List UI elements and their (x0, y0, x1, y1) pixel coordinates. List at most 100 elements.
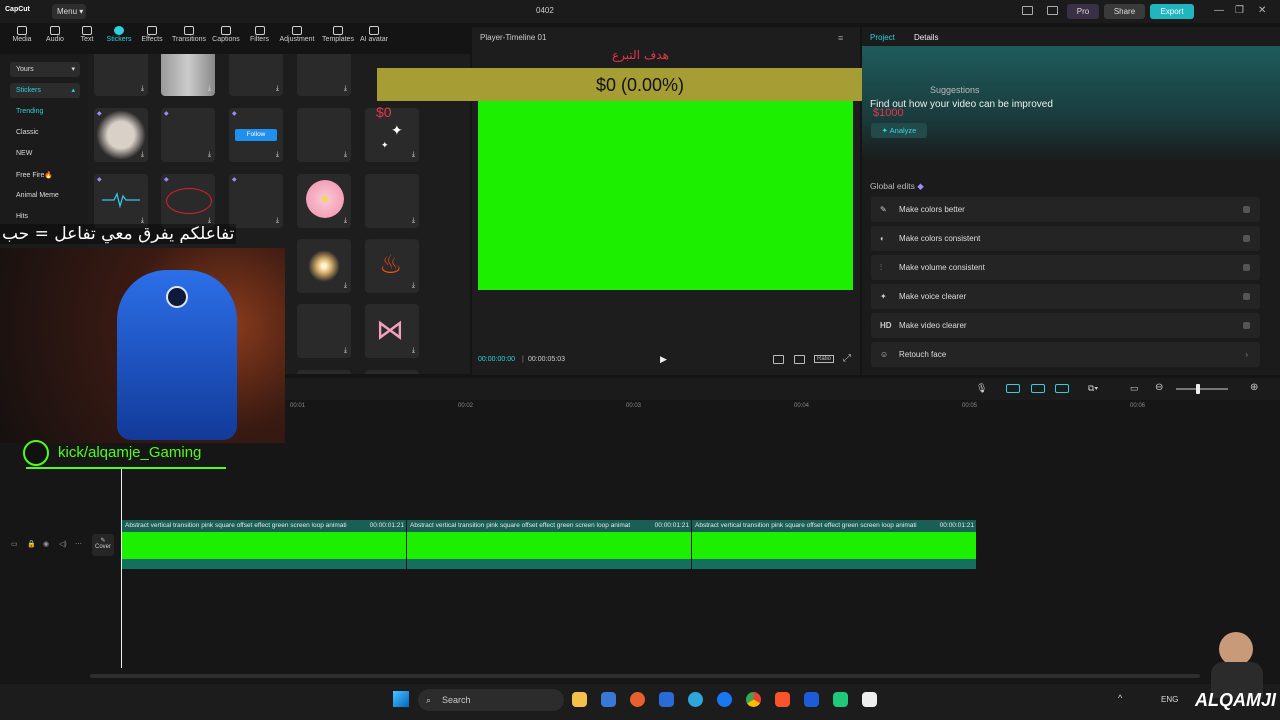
download-icon[interactable]: ⤓ (276, 217, 279, 225)
magnet-icon[interactable] (1031, 384, 1045, 393)
analyze-button[interactable]: ✦ Analyze (871, 123, 927, 138)
tab-audio[interactable]: Audio (42, 24, 68, 43)
cat-sticker[interactable]: ◆ ⤓ (94, 108, 148, 162)
download-icon[interactable]: ⤓ (344, 85, 347, 93)
chevron-up-icon[interactable]: ^ (1118, 693, 1122, 703)
download-icon[interactable]: ⤓ (412, 282, 415, 290)
download-icon[interactable]: ⤓ (412, 347, 415, 355)
fullscreen-icon[interactable]: ⤢ (843, 353, 851, 364)
video-preview[interactable] (478, 101, 853, 290)
export-button[interactable]: Export (1150, 4, 1194, 19)
category-classic[interactable]: Classic (16, 129, 39, 136)
zoom-slider[interactable] (1176, 388, 1228, 390)
share-button[interactable]: Share (1104, 4, 1145, 19)
mail-icon[interactable] (601, 692, 616, 707)
tab-ai-avatar[interactable]: AI avatar (358, 24, 390, 43)
tab-filters[interactable]: Filters (246, 24, 273, 43)
microphone-icon[interactable]: 🎙 (976, 383, 987, 394)
download-icon[interactable]: ⤓ (276, 151, 279, 159)
tab-transitions[interactable]: Transitions (170, 24, 208, 43)
language-indicator[interactable]: ENG (1161, 695, 1178, 704)
zoom-out-icon[interactable]: ⊖ (1155, 382, 1163, 393)
edge-icon[interactable] (688, 692, 703, 707)
lock-icon[interactable]: 🔒 (27, 540, 36, 548)
app-icon[interactable] (833, 692, 848, 707)
edit-make-video-clearer[interactable]: HD Make video clearer (871, 313, 1260, 338)
zoom-in-icon[interactable]: ⊕ (1250, 382, 1258, 393)
shield-icon[interactable] (804, 692, 819, 707)
fit-timeline-icon[interactable]: ▭ (1130, 383, 1139, 394)
video-clip[interactable]: Abstract vertical transition pink square… (122, 520, 406, 569)
video-clip[interactable]: Abstract vertical transition pink square… (407, 520, 691, 569)
download-icon[interactable]: ⤓ (276, 85, 279, 93)
download-icon[interactable]: ⤓ (141, 151, 144, 159)
yours-dropdown[interactable]: Yours ▾ (10, 62, 80, 77)
taskbar-search[interactable]: ⌕ Search (418, 689, 564, 711)
stickers-dropdown[interactable]: Stickers ▴ (10, 83, 80, 98)
category-hits[interactable]: Hits (16, 213, 28, 220)
tab-effects[interactable]: Effects (139, 24, 165, 43)
sticker-tile[interactable]: ◆ ⤓ (229, 174, 283, 228)
follow-sticker[interactable]: ◆ Follow ⤓ (229, 108, 283, 162)
windows-start-icon[interactable] (393, 691, 409, 707)
file-explorer-icon[interactable] (572, 692, 587, 707)
toggle[interactable] (1243, 235, 1250, 242)
tab-media[interactable]: Media (9, 24, 35, 43)
facebook-icon[interactable] (717, 692, 732, 707)
download-icon[interactable]: ⤓ (344, 217, 347, 225)
category-new[interactable]: NEW (16, 150, 32, 157)
edit-make-colors-better[interactable]: ✎ Make colors better (871, 197, 1260, 222)
video-clip[interactable]: Abstract vertical transition pink square… (692, 520, 976, 569)
download-icon[interactable]: ⤓ (208, 151, 211, 159)
fit-icon[interactable] (773, 355, 784, 364)
sticker-tile[interactable] (365, 370, 419, 374)
pink-bow-sticker[interactable]: ⋈ ⤓ (365, 304, 419, 358)
heartbeat-sticker[interactable]: ◆ ⤓ (94, 174, 148, 228)
sticker-tile[interactable]: ⤓ (297, 108, 351, 162)
eye-icon[interactable]: ◉ (43, 540, 49, 548)
sticker-tile[interactable]: ◆ ⤓ (161, 108, 215, 162)
tab-adjustment[interactable]: Adjustment (277, 24, 317, 43)
tab-details[interactable]: Details (914, 33, 938, 42)
audio-icon[interactable]: ◁) (59, 540, 67, 548)
split-icon[interactable]: ⧉▾ (1088, 383, 1098, 394)
download-icon[interactable]: ⤓ (412, 217, 415, 225)
playhead[interactable] (121, 468, 122, 668)
flower-sticker[interactable]: ⤓ (297, 174, 351, 228)
fire-sticker[interactable]: ♨ ⤓ (365, 239, 419, 293)
sticker-tile[interactable]: ⤓ (297, 54, 351, 96)
edit-retouch-face[interactable]: ☺ Retouch face › (871, 342, 1260, 367)
ratio-button[interactable]: Ratio (814, 355, 835, 363)
brave-icon[interactable] (775, 692, 790, 707)
chrome-icon[interactable] (746, 692, 761, 707)
sticker-tile[interactable]: ⤓ (365, 174, 419, 228)
edit-make-colors-consistent[interactable]: ◐ Make colors consistent (871, 226, 1260, 251)
edit-make-volume-consistent[interactable]: ⫶ Make volume consistent (871, 255, 1260, 280)
sticker-tile[interactable]: ⤓ (297, 304, 351, 358)
firefox-icon[interactable] (630, 692, 645, 707)
outlook-icon[interactable] (659, 692, 674, 707)
tab-stickers[interactable]: Stickers (104, 24, 134, 43)
tab-captions[interactable]: Captions (210, 24, 242, 43)
tab-text[interactable]: Text (76, 24, 98, 43)
light-flare-sticker[interactable]: ⤓ (297, 239, 351, 293)
tab-project[interactable]: Project (870, 33, 895, 42)
category-animal-meme[interactable]: Animal Meme (16, 192, 59, 199)
download-icon[interactable]: ⤓ (344, 347, 347, 355)
sparkle-sticker[interactable]: ✦ ✦ ⤓ (365, 108, 419, 162)
shortcut-icon[interactable] (1047, 6, 1058, 15)
toggle[interactable] (1243, 322, 1250, 329)
zoom-slider-knob[interactable] (1196, 384, 1200, 394)
more-icon[interactable]: ⋯ (75, 540, 82, 548)
pro-button[interactable]: Pro (1067, 4, 1099, 19)
sticker-tile[interactable]: ⤓ (94, 54, 148, 96)
download-icon[interactable]: ⤓ (412, 151, 415, 159)
toggle[interactable] (1243, 293, 1250, 300)
link-icon[interactable] (1006, 384, 1020, 393)
download-icon[interactable]: ⤓ (344, 282, 347, 290)
track-toggle-icon[interactable]: ▭ (11, 540, 18, 548)
download-icon[interactable]: ⤓ (208, 85, 211, 93)
sticker-tile[interactable]: ⤓ (229, 54, 283, 96)
tab-templates[interactable]: Templates (320, 24, 356, 43)
sticker-tile[interactable] (297, 370, 351, 374)
